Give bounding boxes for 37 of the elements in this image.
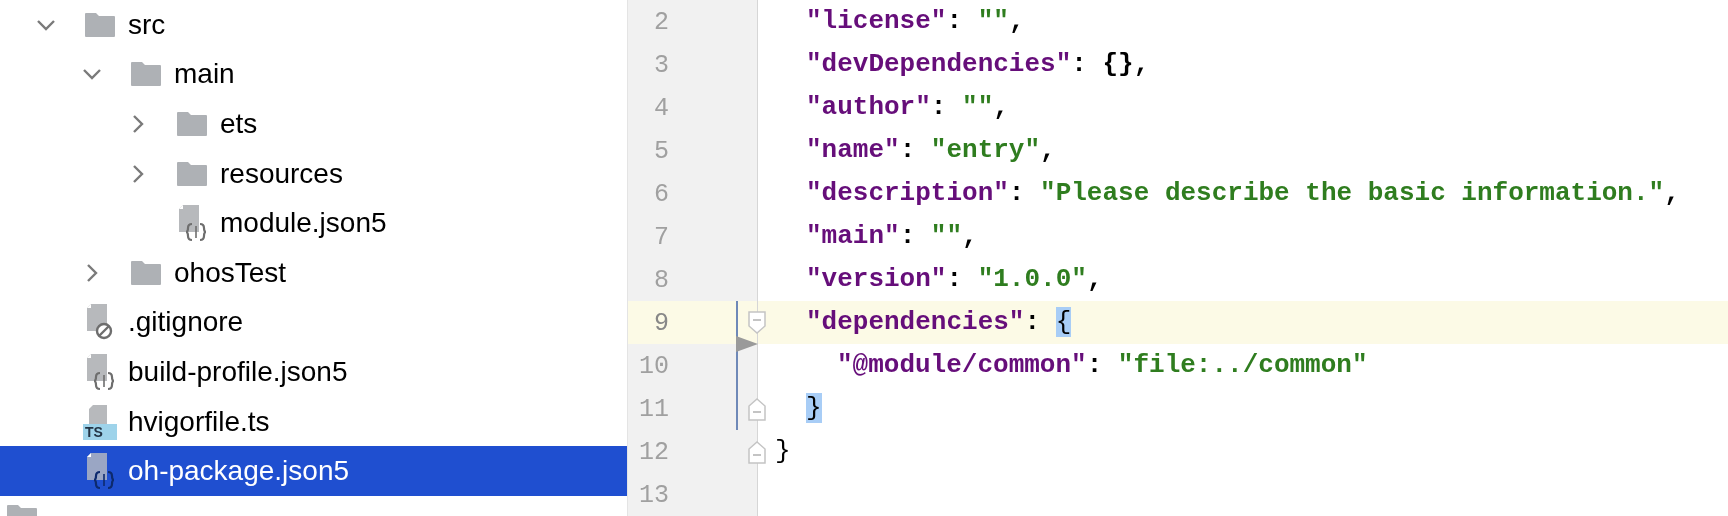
folder-icon (84, 11, 116, 38)
line-number: 11 (639, 394, 669, 426)
line-number: 8 (654, 265, 669, 297)
line-number: 7 (654, 222, 669, 254)
code-line: } (775, 435, 791, 468)
line-number: 5 (654, 136, 669, 168)
folder-icon (176, 160, 208, 187)
code-line: "dependencies": { (806, 306, 1072, 339)
line-number: 2 (654, 7, 669, 39)
line-number: 3 (654, 50, 669, 82)
tree-item[interactable]: .gitignore (0, 297, 627, 348)
line-number: 13 (639, 480, 669, 512)
folder-icon (176, 111, 208, 137)
code-line: "name": "entry", (806, 134, 1056, 167)
code-line: "license": "", (806, 5, 1025, 38)
folder-icon (130, 61, 162, 88)
tree-item[interactable]: oh-package.json5 (0, 446, 627, 496)
line-number: 12 (639, 437, 669, 469)
tree-item[interactable]: build-profile.json5 (0, 347, 627, 397)
tree-item[interactable]: TS hvigorfile.ts (0, 396, 627, 447)
tree-item[interactable]: resources (0, 148, 627, 199)
line-number: 10 (639, 351, 669, 383)
line-number: 6 (654, 179, 669, 211)
tree-item[interactable]: src (0, 0, 627, 50)
code-line: "description": "Please describe the basic information.", (806, 177, 1680, 210)
tree-item[interactable]: module.json5 (0, 198, 627, 248)
code-line: "main": "", (806, 220, 978, 253)
line-number: 9 (654, 308, 669, 340)
code-line: "author": "", (806, 91, 1009, 124)
folder-icon (130, 259, 162, 286)
code-line: "devDependencies": {}, (806, 48, 1150, 81)
code-line: "version": "1.0.0", (806, 263, 1103, 296)
line-number: 4 (654, 93, 669, 125)
tree-item[interactable]: main (0, 49, 627, 100)
tree-item[interactable]: ets (0, 99, 627, 149)
code-line: "@module/common": "file:../common" (837, 349, 1368, 382)
tree-item[interactable]: ohosTest (0, 247, 627, 298)
